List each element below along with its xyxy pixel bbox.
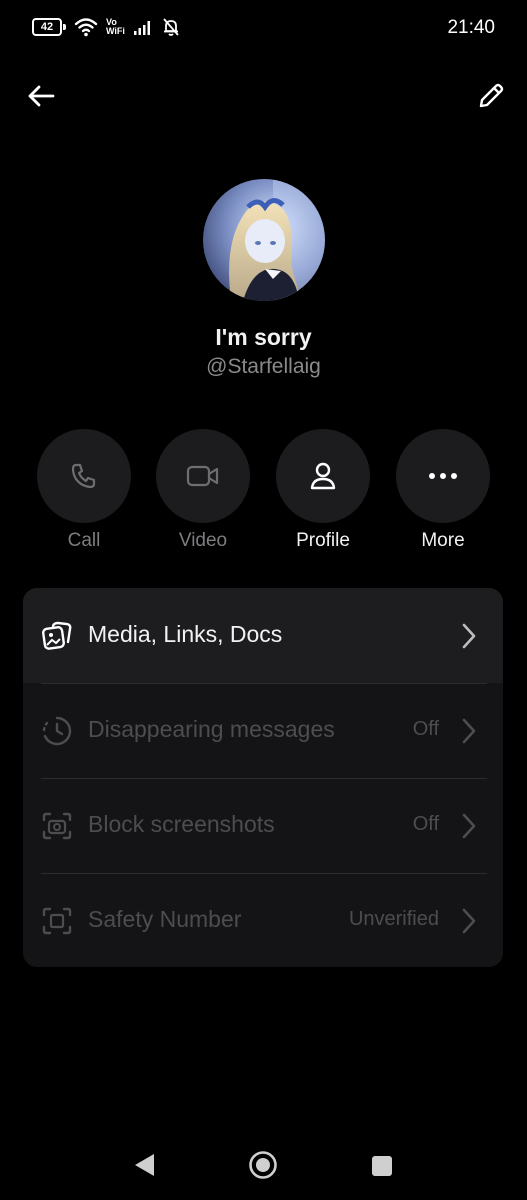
- call-circle[interactable]: [37, 429, 131, 523]
- timer-icon: [42, 716, 72, 746]
- edit-button[interactable]: [471, 76, 511, 116]
- person-icon: [310, 462, 336, 490]
- call-button[interactable]: Call: [37, 429, 131, 552]
- chevron-right-icon: [462, 718, 476, 744]
- more-label: More: [421, 530, 465, 551]
- chevron-right-icon: [462, 813, 476, 839]
- row-value: Off: [412, 813, 439, 835]
- settings-card: Media, Links, Docs Disappearing messages…: [23, 588, 503, 967]
- signal-icon: [133, 21, 150, 35]
- screenshot-camera-icon: [42, 812, 72, 840]
- phone-icon: [71, 463, 96, 489]
- profile-circle[interactable]: [276, 429, 370, 523]
- battery-icon: 42: [32, 18, 66, 36]
- video-button[interactable]: Video: [156, 429, 250, 552]
- safety-number-icon: [42, 907, 72, 935]
- battery-level: 42: [32, 18, 62, 36]
- status-bar: 42 Vo WiFi 21:40: [0, 0, 527, 58]
- row-value: Unverified: [348, 908, 439, 930]
- avatar[interactable]: [203, 179, 325, 301]
- display-name: I'm sorry: [215, 324, 312, 350]
- avatar-image: [203, 179, 325, 301]
- arrow-left-icon: [28, 85, 55, 107]
- username-handle: @Starfellaig: [206, 355, 321, 378]
- row-label: Block screenshots: [88, 811, 275, 837]
- system-nav-bar: [0, 1140, 527, 1190]
- clock: 21:40: [447, 17, 495, 38]
- status-icons: 42 Vo WiFi: [32, 17, 181, 37]
- safety-number-row[interactable]: Safety Number Unverified: [23, 873, 503, 967]
- vowifi-indicator: Vo WiFi: [106, 17, 125, 36]
- video-circle[interactable]: [156, 429, 250, 523]
- bell-muted-icon: [163, 18, 179, 36]
- nav-recents-icon[interactable]: [371, 1155, 393, 1177]
- more-button[interactable]: More: [396, 429, 490, 552]
- more-circle[interactable]: [396, 429, 490, 523]
- block-screenshots-row[interactable]: Block screenshots Off: [23, 778, 503, 873]
- nav-home-icon[interactable]: [248, 1150, 278, 1180]
- disappearing-messages-row[interactable]: Disappearing messages Off: [23, 683, 503, 778]
- row-value: Off: [412, 718, 439, 740]
- nav-back-icon[interactable]: [132, 1152, 156, 1178]
- chevron-right-icon: [462, 623, 476, 649]
- pencil-icon: [479, 83, 504, 108]
- video-label: Video: [178, 530, 228, 551]
- back-button[interactable]: [21, 76, 61, 116]
- row-label: Safety Number: [88, 906, 242, 932]
- media-links-docs-row[interactable]: Media, Links, Docs: [23, 588, 503, 683]
- media-stack-icon: [42, 621, 72, 650]
- call-label: Call: [67, 530, 101, 551]
- more-dots-icon: [429, 473, 457, 479]
- row-label: Media, Links, Docs: [88, 621, 283, 647]
- profile-label: Profile: [296, 530, 350, 551]
- chevron-right-icon: [462, 908, 476, 934]
- wifi-icon: [74, 18, 98, 37]
- profile-button[interactable]: Profile: [276, 429, 370, 552]
- row-label: Disappearing messages: [88, 716, 335, 742]
- video-camera-icon: [186, 465, 219, 487]
